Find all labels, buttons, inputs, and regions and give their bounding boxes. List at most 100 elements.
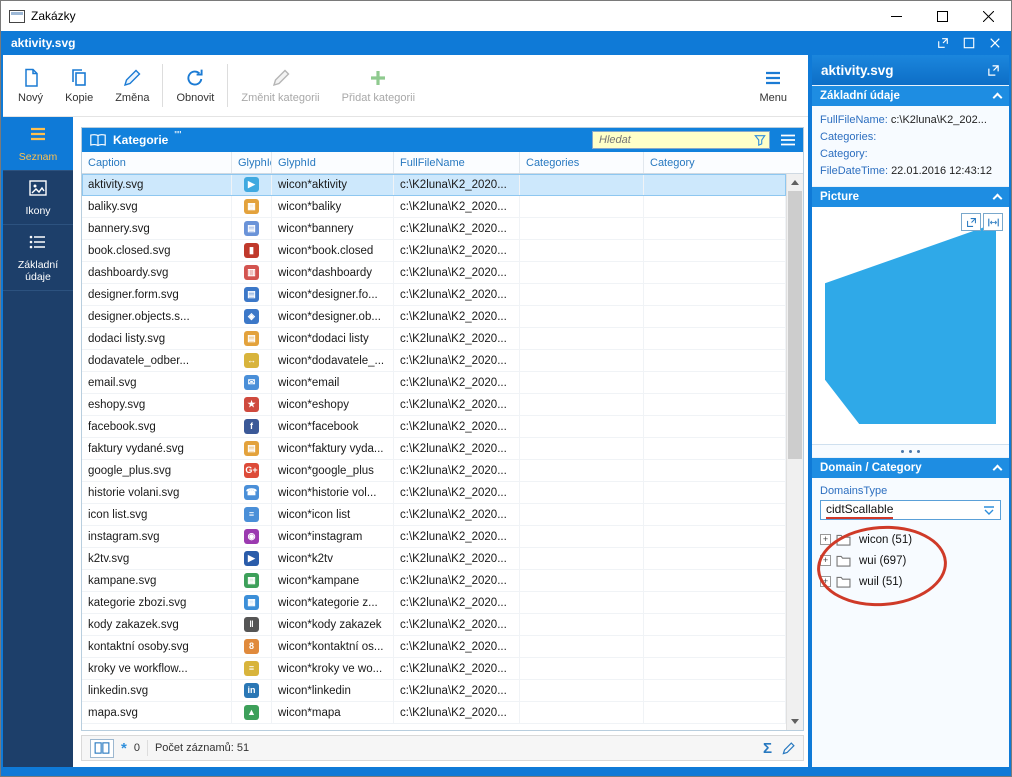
toolbar-button-obnovit[interactable]: Obnovit [165,58,225,113]
cell-glyph-icon[interactable]: ≡ [232,658,272,679]
cell-full-file-name[interactable]: c:\K2luna\K2_2020... [394,196,520,217]
cell-full-file-name[interactable]: c:\K2luna\K2_2020... [394,240,520,261]
cell-caption[interactable]: email.svg [82,372,232,393]
cell-category[interactable] [644,460,786,481]
cell-caption[interactable]: facebook.svg [82,416,232,437]
cell-glyph-id[interactable]: wicon*kontaktní os... [272,636,394,657]
cell-glyph-icon[interactable]: ▶ [232,174,272,195]
cell-glyph-icon[interactable]: ▤ [232,328,272,349]
cell-full-file-name[interactable]: c:\K2luna\K2_2020... [394,284,520,305]
cell-categories[interactable] [520,460,644,481]
table-row[interactable]: designer.objects.s...◈wicon*designer.ob.… [82,306,786,328]
table-row[interactable]: kampane.svg▦wicon*kampanec:\K2luna\K2_20… [82,570,786,592]
cell-glyph-icon[interactable]: ▶ [232,548,272,569]
cell-categories[interactable] [520,174,644,195]
table-row[interactable]: mapa.svg▲wicon*mapac:\K2luna\K2_2020... [82,702,786,724]
cell-glyph-id[interactable]: wicon*designer.fo... [272,284,394,305]
toolbar-button-pridat-kategorii[interactable]: Přidat kategorii [331,58,426,113]
cell-categories[interactable] [520,350,644,371]
cell-caption[interactable]: book.closed.svg [82,240,232,261]
domains-type-select[interactable]: cidtScallable [820,500,1001,520]
table-row[interactable]: designer.form.svg▤wicon*designer.fo...c:… [82,284,786,306]
scroll-down-icon[interactable] [787,713,803,730]
table-row[interactable]: email.svg✉wicon*emailc:\K2luna\K2_2020..… [82,372,786,394]
cell-category[interactable] [644,482,786,503]
cell-categories[interactable] [520,636,644,657]
toolbar-button-zmenit-kategorii[interactable]: Změnit kategorii [230,58,330,113]
cell-glyph-icon[interactable]: ▤ [232,218,272,239]
cell-caption[interactable]: google_plus.svg [82,460,232,481]
cell-glyph-icon[interactable]: ▥ [232,262,272,283]
layout-columns-icon[interactable] [90,739,114,758]
cell-glyph-icon[interactable]: ≡ [232,504,272,525]
cell-full-file-name[interactable]: c:\K2luna\K2_2020... [394,570,520,591]
cell-glyph-id[interactable]: wicon*instagram [272,526,394,547]
sum-sigma-icon[interactable]: Σ [763,740,772,757]
cell-glyph-icon[interactable]: in [232,680,272,701]
cell-categories[interactable] [520,438,644,459]
table-row[interactable]: linkedin.svginwicon*linkedinc:\K2luna\K2… [82,680,786,702]
cell-full-file-name[interactable]: c:\K2luna\K2_2020... [394,306,520,327]
column-header-4[interactable]: Categories [520,152,644,173]
table-row[interactable]: instagram.svg◉wicon*instagramc:\K2luna\K… [82,526,786,548]
section-resize-handle[interactable] [812,445,1009,457]
cell-caption[interactable]: kontaktní osoby.svg [82,636,232,657]
cell-glyph-id[interactable]: wicon*book.closed [272,240,394,261]
chevron-up-icon[interactable] [993,93,1003,103]
cell-glyph-id[interactable]: wicon*google_plus [272,460,394,481]
cell-categories[interactable] [520,614,644,635]
sidebar-item-seznam[interactable]: Seznam [3,117,73,171]
cell-categories[interactable] [520,526,644,547]
cell-categories[interactable] [520,240,644,261]
cell-glyph-id[interactable]: wicon*baliky [272,196,394,217]
cell-glyph-icon[interactable]: ▲ [232,702,272,723]
cell-caption[interactable]: dodavatele_odber... [82,350,232,371]
cell-full-file-name[interactable]: c:\K2luna\K2_2020... [394,328,520,349]
cell-full-file-name[interactable]: c:\K2luna\K2_2020... [394,526,520,547]
cell-categories[interactable] [520,548,644,569]
cell-glyph-icon[interactable]: ‖ [232,614,272,635]
cell-glyph-id[interactable]: wicon*kampane [272,570,394,591]
cell-caption[interactable]: faktury vydané.svg [82,438,232,459]
cell-glyph-id[interactable]: wicon*icon list [272,504,394,525]
cell-full-file-name[interactable]: c:\K2luna\K2_2020... [394,174,520,195]
cell-glyph-id[interactable]: wicon*facebook [272,416,394,437]
cell-full-file-name[interactable]: c:\K2luna\K2_2020... [394,592,520,613]
cell-glyph-icon[interactable]: ↔ [232,350,272,371]
cell-caption[interactable]: designer.form.svg [82,284,232,305]
cell-full-file-name[interactable]: c:\K2luna\K2_2020... [394,438,520,459]
cell-glyph-id[interactable]: wicon*eshopy [272,394,394,415]
child-close-icon[interactable] [989,37,1001,49]
grid-menu-icon[interactable] [780,133,796,147]
section-header-basic[interactable]: Základní údaje [812,85,1009,106]
cell-glyph-icon[interactable]: G+ [232,460,272,481]
table-row[interactable]: dashboardy.svg▥wicon*dashboardyc:\K2luna… [82,262,786,284]
snowflake-icon[interactable]: * [121,741,127,756]
cell-category[interactable] [644,284,786,305]
tree-item-wuil[interactable]: +wuil (51) [820,571,1001,592]
cell-caption[interactable]: bannery.svg [82,218,232,239]
search-input[interactable] [599,134,754,146]
cell-categories[interactable] [520,394,644,415]
cell-category[interactable] [644,592,786,613]
cell-categories[interactable] [520,504,644,525]
cell-categories[interactable] [520,482,644,503]
cell-glyph-icon[interactable]: ◈ [232,306,272,327]
maximize-button[interactable] [919,1,965,31]
cell-glyph-icon[interactable]: ▦ [232,570,272,591]
cell-glyph-icon[interactable]: ▮ [232,240,272,261]
cell-glyph-id[interactable]: wicon*designer.ob... [272,306,394,327]
cell-glyph-icon[interactable]: 8 [232,636,272,657]
cell-full-file-name[interactable]: c:\K2luna\K2_2020... [394,504,520,525]
cell-glyph-id[interactable]: wicon*faktury vyda... [272,438,394,459]
table-row[interactable]: bannery.svg▤wicon*banneryc:\K2luna\K2_20… [82,218,786,240]
tree-item-wicon[interactable]: +wicon (51) [820,529,1001,550]
cell-glyph-icon[interactable]: ☎ [232,482,272,503]
table-row[interactable]: aktivity.svg▶wicon*aktivityc:\K2luna\K2_… [82,174,786,196]
close-button[interactable] [965,1,1011,31]
cell-glyph-id[interactable]: wicon*dodavatele_... [272,350,394,371]
child-maximize-icon[interactable] [963,37,975,49]
sidebar-item-zakladni-udaje[interactable]: Základní údaje [3,225,73,291]
cell-caption[interactable]: linkedin.svg [82,680,232,701]
cell-category[interactable] [644,416,786,437]
